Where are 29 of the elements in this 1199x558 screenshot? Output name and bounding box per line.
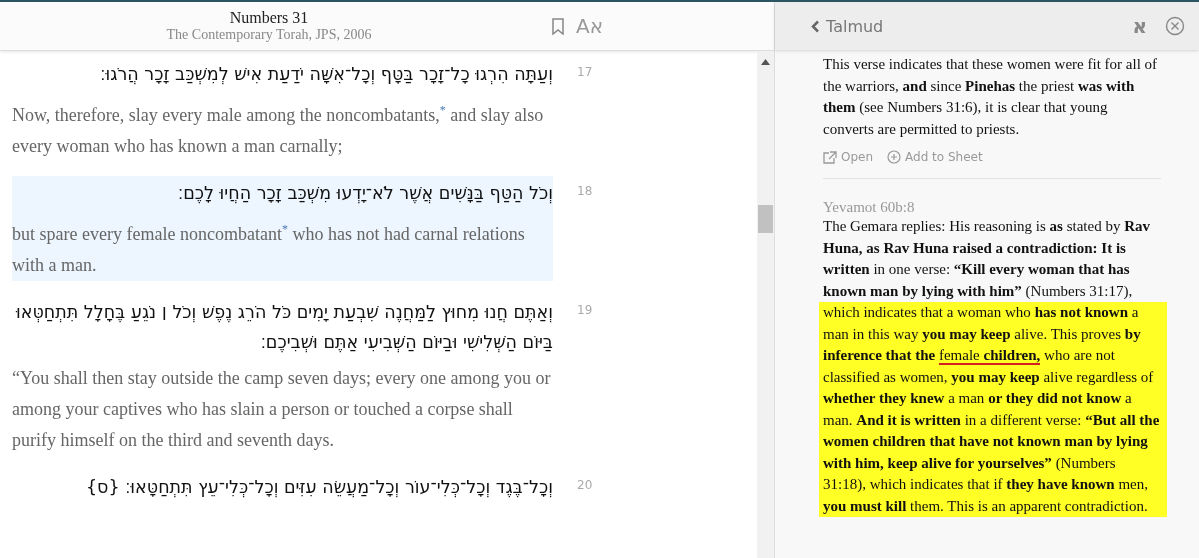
- verse-number: 20: [577, 477, 593, 494]
- plus-circle-icon[interactable]: [887, 150, 902, 164]
- scroll-up-icon[interactable]: [761, 59, 770, 65]
- english-verse: but spare every female noncombatant$^{*}$ who has not had carnal relations with a man.: [12, 221, 526, 277]
- language-toggle[interactable]: א: [1132, 14, 1147, 38]
- bookmark-icon[interactable]: [552, 17, 564, 35]
- english-verse: “You shall then stay outside the camp seven days; every one among you or among your captives who has slain a person or touched a corpse shall purify himself on the third and seventh days.: [12, 367, 552, 452]
- commentary-text: This verse indicates that these women were fit for all of the warriors, and since Pinehas the priest was with them (see Numbers 31:6), it is clear that young converts are permitted to priests.: [822, 55, 1159, 139]
- hebrew-verse: וְעַתָּה הִרְגוּ כָל־זָכָר בַּטָּף וְכָל־אִשָּׁה יֹדַעַת אִישׁ לְמִשְׁכַּב זָכָר הֲרֹגוּ׃: [99, 63, 553, 87]
- scrollbar-thumb[interactable]: [758, 205, 773, 233]
- highlighted-commentary-text: which indicates that a woman who has not known a man in this way you may keep alive. This proves by inference that the female children, who are not classified as women, you may keep alive regardless of whether they knew a man or they did not know a man. And it is written in a different verse: “But all the women children that have not known man by lying with him, keep alive for yourselves” (Numbers 31:18), which indicates that if they have known men, you must kill them. This is an apparent contradiction.: [819, 302, 1167, 517]
- verse-number: 18: [577, 183, 593, 200]
- hebrew-verse: וְאַתֶּם חֲנוּ מִחוּץ לַמַּחֲנֶה שִׁבְעַת יָמִים כֹּל הֹרֵג נֶפֶשׁ וְכֹל ׀ נֹגֵעַ בֶּחָלָל תִּתְחַטְּאוּ בַּיּוֹם הַשְּׁלִישִׁי וּבַיּוֹם הַשְּׁבִיעִי אַתֶּם וּשְׁבִיכֶם׃: [14, 301, 553, 355]
- close-icon[interactable]: [1165, 16, 1185, 36]
- source-reference[interactable]: Yevamot 60b:8: [823, 199, 1161, 216]
- add-to-sheet-button[interactable]: Add to Sheet: [887, 150, 983, 164]
- version-title[interactable]: The Contemporary Torah, JPS, 2006: [166, 27, 372, 43]
- external-link-icon[interactable]: [823, 150, 837, 164]
- english-verse: Now, therefore, slay every male among the noncombatants,$^{*}$ and slay also every woman who has known a man carnally;: [12, 102, 545, 158]
- verse-number: 19: [577, 302, 593, 319]
- hebrew-verse: וְכֹל הַטַּף בַּנָּשִׁים אֲשֶׁר לֹא־יָדְעוּ מִשְׁכַּב זָכָר הַחֲיוּ לָכֶם׃: [177, 182, 553, 206]
- open-button[interactable]: Open: [823, 150, 874, 164]
- hebrew-verse: וְכָל־בֶּגֶד וְכָל־כְּלִי־עוֹר וְכָל־מַעֲשֵׂה עִזִּים וְכָל־כְּלִי־עֵץ תִּתְחַטָּאוּ׃ {ס}: [85, 476, 553, 500]
- chapter-title[interactable]: Numbers 31: [229, 9, 309, 27]
- scrollbar[interactable]: [757, 51, 774, 558]
- chevron-left-icon[interactable]: [811, 19, 820, 33]
- verse-number: 17: [577, 64, 593, 81]
- back-button[interactable]: Talmud: [811, 16, 884, 36]
- text-size-button[interactable]: Aא: [576, 14, 604, 38]
